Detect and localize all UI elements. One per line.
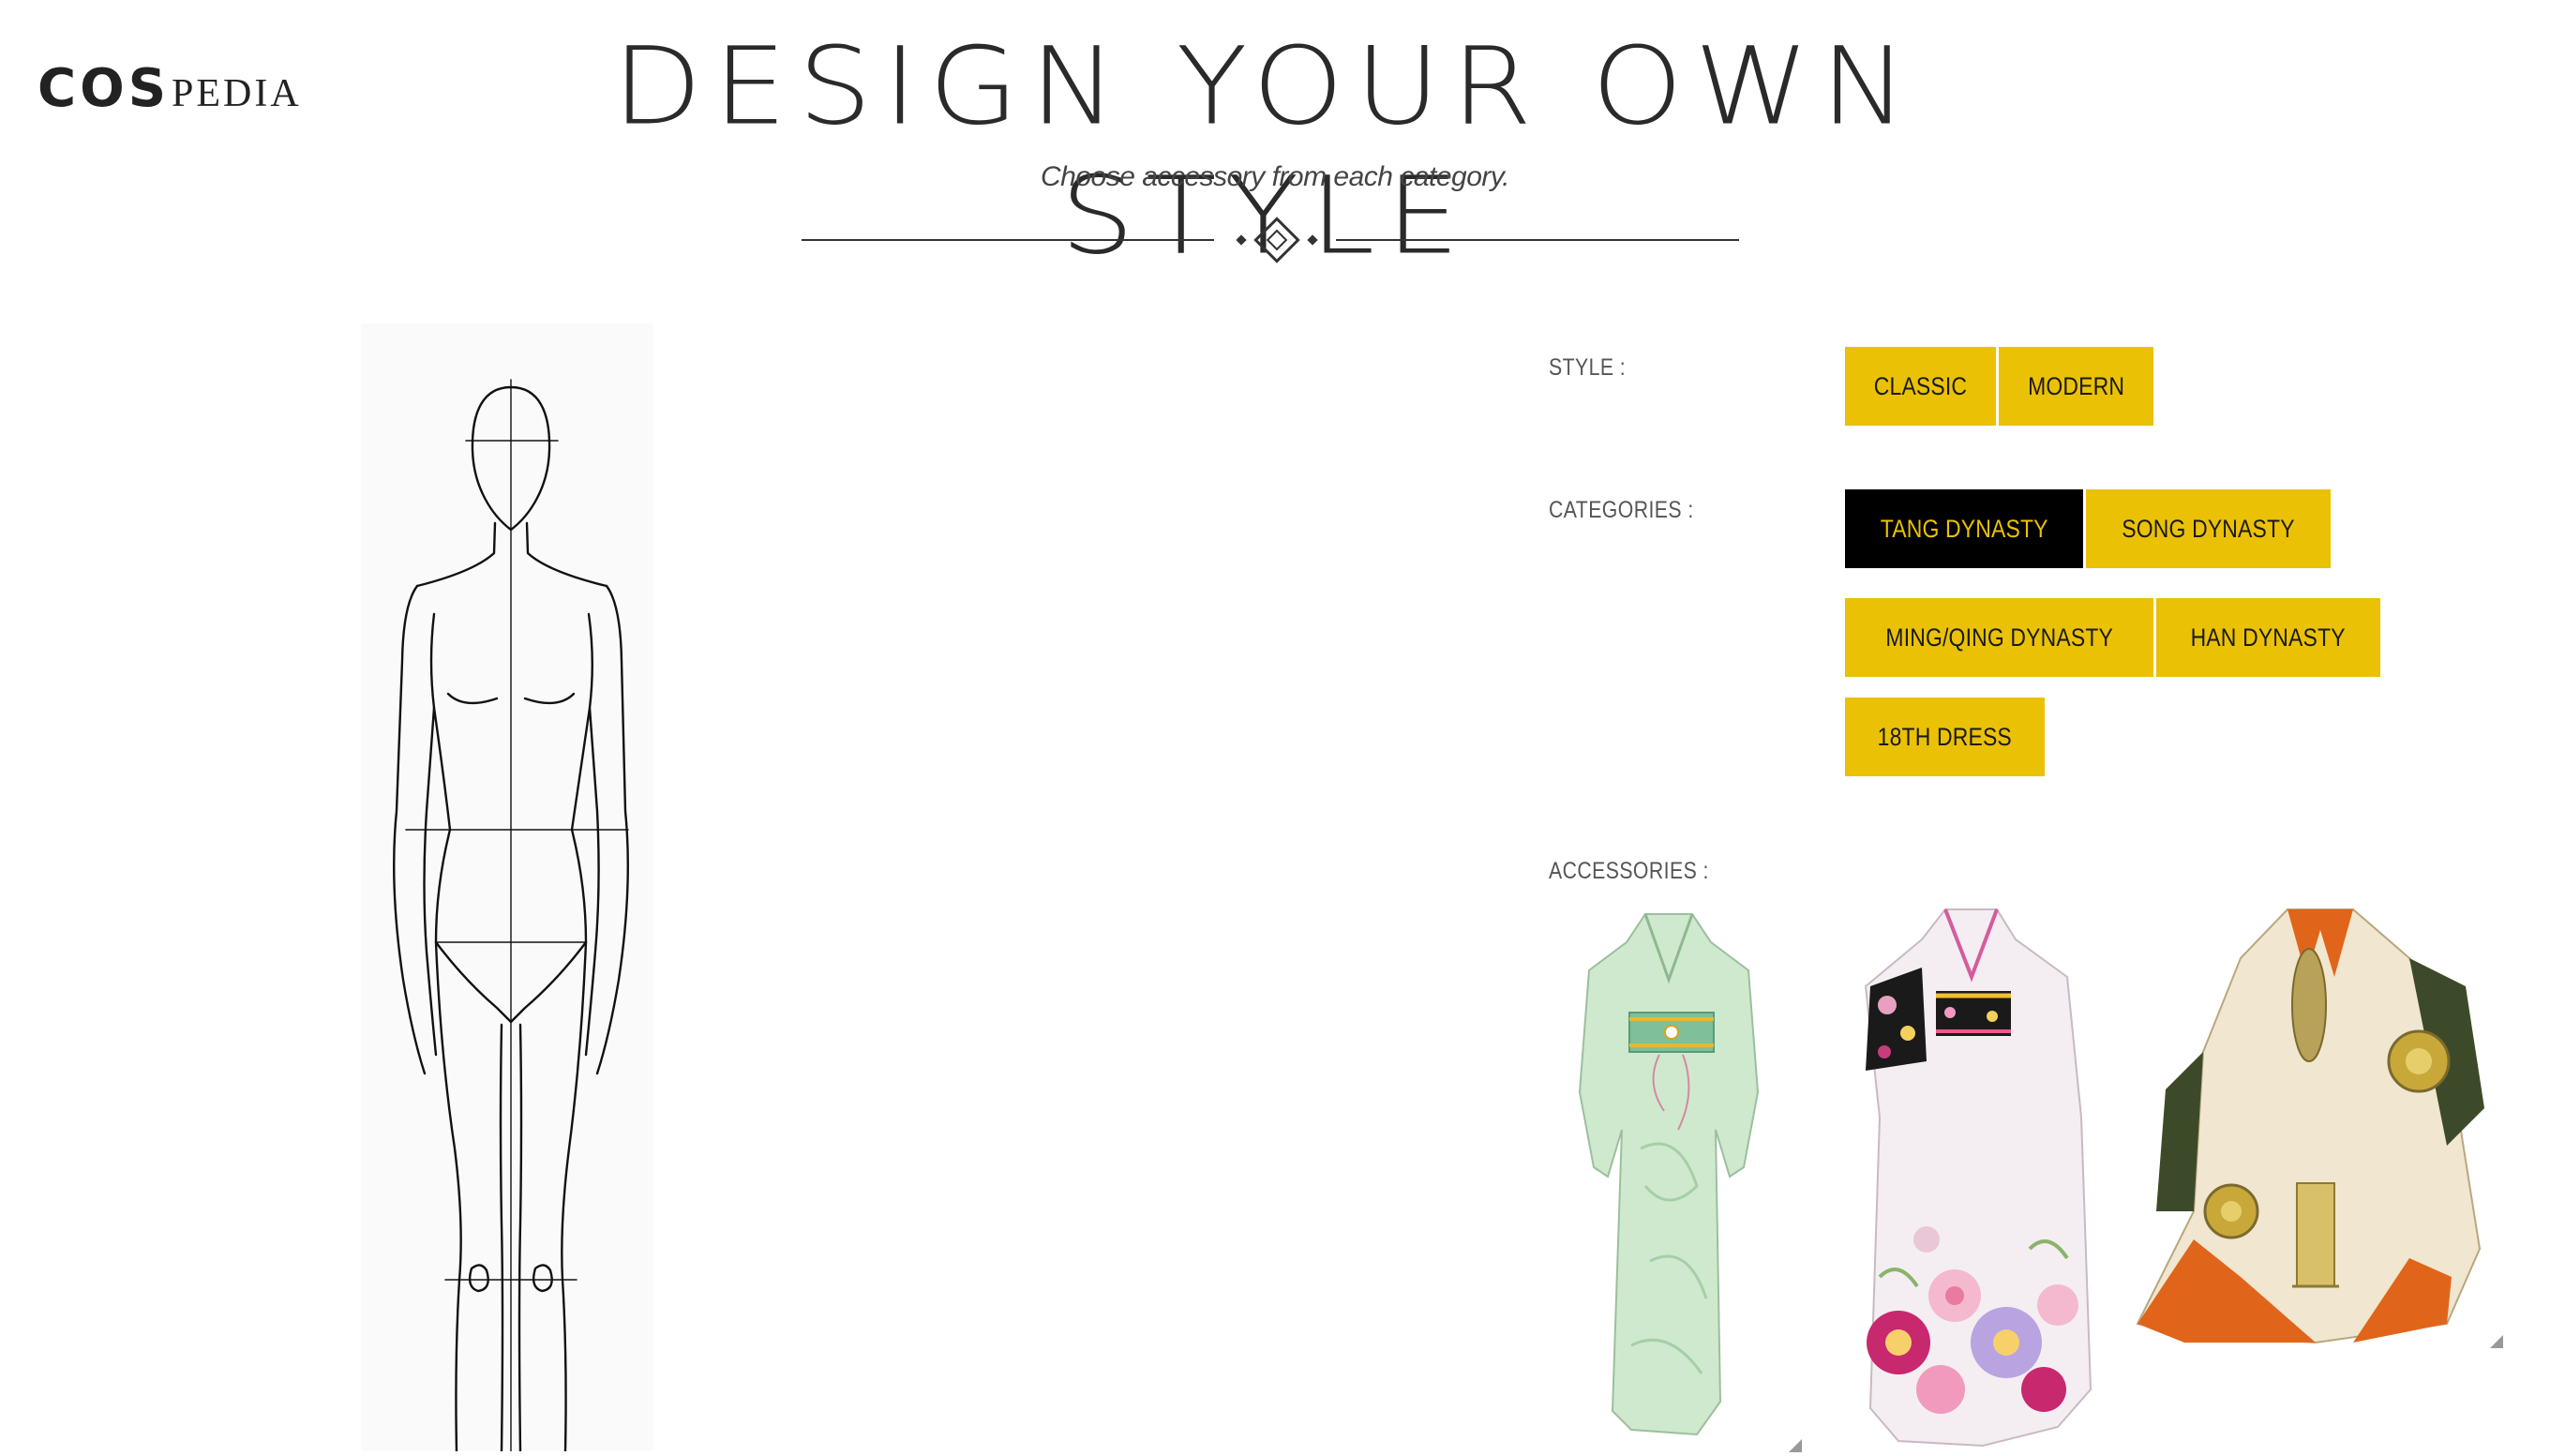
- category-song-dynasty-label: SONG DYNASTY: [2122, 514, 2296, 543]
- category-ming-qing-dynasty-label: MING/QING DYNASTY: [1885, 623, 2114, 652]
- warrior-robe-image: [2136, 908, 2484, 1344]
- resize-grip-icon[interactable]: [2490, 1335, 2503, 1348]
- categories-row-3: 18TH DRESS: [1845, 698, 2045, 776]
- accessories-label: ACCESSORIES :: [1549, 858, 1709, 884]
- resize-grip-icon[interactable]: [1789, 1439, 1802, 1452]
- white-furisode-image: [1864, 908, 2092, 1448]
- category-ming-qing-dynasty-button[interactable]: MING/QING DYNASTY: [1845, 598, 2154, 677]
- logo-cos-text: COS: [38, 58, 171, 119]
- category-tang-dynasty-button[interactable]: TANG DYNASTY: [1845, 489, 2084, 568]
- category-song-dynasty-button[interactable]: SONG DYNASTY: [2086, 489, 2332, 568]
- categories-row-2: MING/QING DYNASTY HAN DYNASTY: [1845, 598, 2380, 677]
- category-18th-dress-label: 18TH DRESS: [1877, 722, 2012, 751]
- fashion-croquis-drawing: [393, 379, 629, 1453]
- categories-label: CATEGORIES :: [1549, 497, 1694, 523]
- category-han-dynasty-button[interactable]: HAN DYNASTY: [2156, 598, 2380, 677]
- body-sketch-canvas[interactable]: [361, 323, 653, 1453]
- style-classic-button[interactable]: CLASSIC: [1845, 347, 1996, 426]
- style-classic-label: CLASSIC: [1873, 371, 1968, 400]
- accessory-warrior-robe[interactable]: [2128, 902, 2503, 1352]
- mint-kimono-image: [1578, 913, 1760, 1436]
- style-options: CLASSIC MODERN: [1845, 347, 2154, 426]
- accessory-mint-kimono[interactable]: [1556, 905, 1802, 1452]
- ornamental-divider: [802, 217, 1739, 263]
- category-tang-dynasty-label: TANG DYNASTY: [1880, 514, 2048, 543]
- page-subtitle: Choose accessory from each category.: [1040, 161, 1510, 192]
- style-label: STYLE :: [1549, 354, 1627, 381]
- accessory-white-floral-furisode[interactable]: [1842, 902, 2114, 1448]
- category-han-dynasty-label: HAN DYNASTY: [2191, 623, 2347, 652]
- style-modern-label: MODERN: [2028, 371, 2125, 400]
- category-18th-dress-button[interactable]: 18TH DRESS: [1845, 698, 2045, 776]
- categories-row-1: TANG DYNASTY SONG DYNASTY: [1845, 489, 2332, 568]
- cospedia-logo[interactable]: COS PEDIA: [38, 58, 302, 119]
- logo-pedia-text: PEDIA: [172, 72, 302, 115]
- style-modern-button[interactable]: MODERN: [1998, 347, 2154, 426]
